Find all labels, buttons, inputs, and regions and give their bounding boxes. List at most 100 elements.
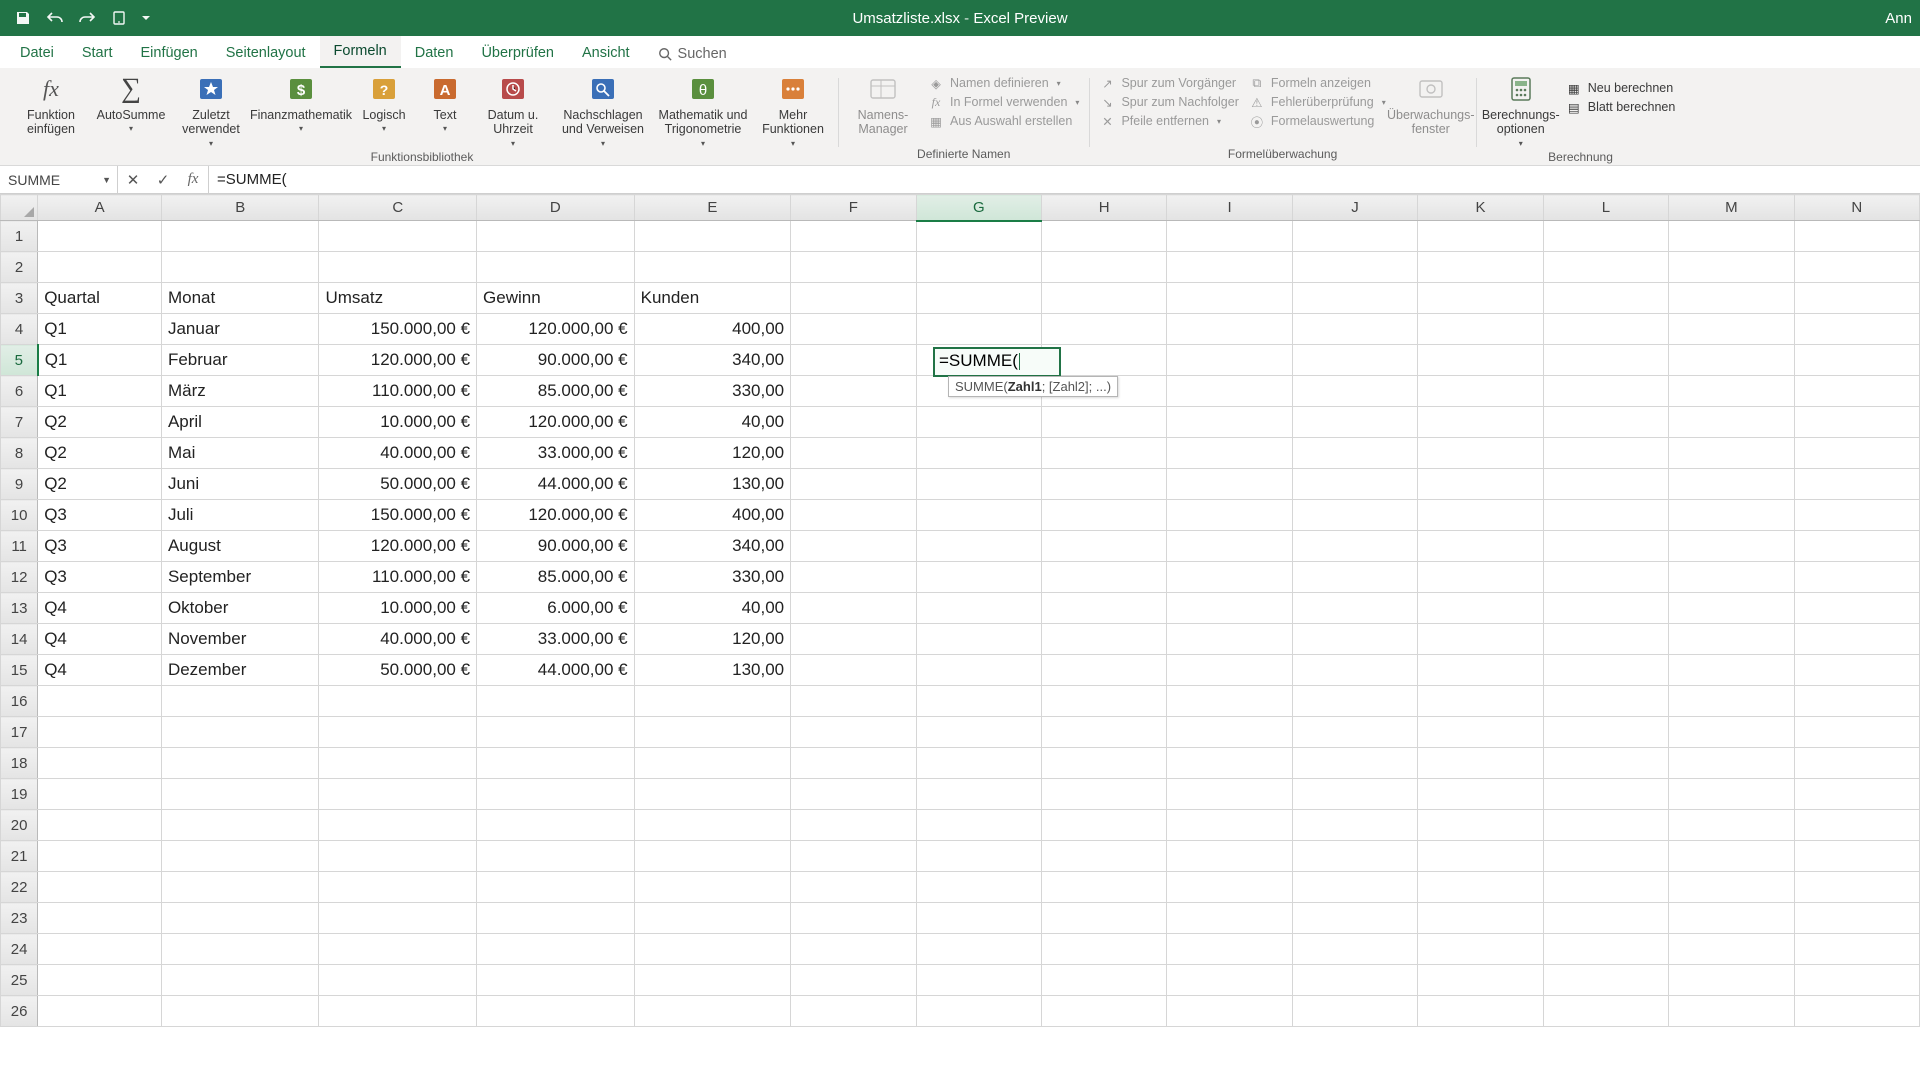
- cell-B13[interactable]: Oktober: [161, 593, 319, 624]
- cell-C12[interactable]: 110.000,00 €: [319, 562, 477, 593]
- cell-G19[interactable]: [916, 779, 1041, 810]
- row-header-13[interactable]: 13: [1, 593, 38, 624]
- cell-I3[interactable]: [1167, 283, 1292, 314]
- cell-M13[interactable]: [1669, 593, 1794, 624]
- math-trig-button[interactable]: θ Mathematik und Trigonometrie▾: [658, 72, 748, 148]
- cell-H10[interactable]: [1041, 500, 1166, 531]
- cell-G13[interactable]: [916, 593, 1041, 624]
- cell-K10[interactable]: [1418, 500, 1543, 531]
- cell-C22[interactable]: [319, 872, 477, 903]
- cell-H26[interactable]: [1041, 996, 1166, 1027]
- cell-J3[interactable]: [1292, 283, 1417, 314]
- cell-K4[interactable]: [1418, 314, 1543, 345]
- cell-F5[interactable]: [791, 345, 916, 376]
- cell-H17[interactable]: [1041, 717, 1166, 748]
- cell-A1[interactable]: [38, 221, 162, 252]
- cell-E15[interactable]: 130,00: [634, 655, 791, 686]
- calculate-sheet-button[interactable]: ▤Blatt berechnen: [1566, 99, 1676, 115]
- cell-M20[interactable]: [1669, 810, 1794, 841]
- cell-I4[interactable]: [1167, 314, 1292, 345]
- cell-J12[interactable]: [1292, 562, 1417, 593]
- redo-icon[interactable]: [76, 7, 98, 29]
- cell-C23[interactable]: [319, 903, 477, 934]
- cell-E7[interactable]: 40,00: [634, 407, 791, 438]
- cell-G17[interactable]: [916, 717, 1041, 748]
- cell-M10[interactable]: [1669, 500, 1794, 531]
- cell-N20[interactable]: [1794, 810, 1919, 841]
- cell-K14[interactable]: [1418, 624, 1543, 655]
- cell-H1[interactable]: [1041, 221, 1166, 252]
- cell-K9[interactable]: [1418, 469, 1543, 500]
- cell-L23[interactable]: [1543, 903, 1668, 934]
- row-header-6[interactable]: 6: [1, 376, 38, 407]
- more-functions-button[interactable]: Mehr Funktionen▾: [758, 72, 828, 148]
- cell-G12[interactable]: [916, 562, 1041, 593]
- cell-B24[interactable]: [161, 934, 319, 965]
- cell-I26[interactable]: [1167, 996, 1292, 1027]
- cell-J16[interactable]: [1292, 686, 1417, 717]
- cell-A10[interactable]: Q3: [38, 500, 162, 531]
- col-header-A[interactable]: A: [38, 195, 162, 221]
- cell-D12[interactable]: 85.000,00 €: [477, 562, 635, 593]
- cell-B6[interactable]: März: [161, 376, 319, 407]
- cell-B23[interactable]: [161, 903, 319, 934]
- cell-N19[interactable]: [1794, 779, 1919, 810]
- row-header-16[interactable]: 16: [1, 686, 38, 717]
- cell-G7[interactable]: [916, 407, 1041, 438]
- cell-G18[interactable]: [916, 748, 1041, 779]
- calculation-options-button[interactable]: Berechnungs-optionen▾: [1486, 72, 1556, 148]
- cell-A20[interactable]: [38, 810, 162, 841]
- cell-E11[interactable]: 340,00: [634, 531, 791, 562]
- cell-G9[interactable]: [916, 469, 1041, 500]
- cell-F7[interactable]: [791, 407, 916, 438]
- cell-A22[interactable]: [38, 872, 162, 903]
- col-header-M[interactable]: M: [1669, 195, 1794, 221]
- col-header-G[interactable]: G: [916, 195, 1041, 221]
- cell-A19[interactable]: [38, 779, 162, 810]
- cell-K24[interactable]: [1418, 934, 1543, 965]
- tell-me-search[interactable]: Suchen: [644, 40, 737, 68]
- cell-E1[interactable]: [634, 221, 791, 252]
- cell-K2[interactable]: [1418, 252, 1543, 283]
- cell-I10[interactable]: [1167, 500, 1292, 531]
- insert-function-icon[interactable]: fx: [178, 166, 208, 193]
- cell-A8[interactable]: Q2: [38, 438, 162, 469]
- cell-I11[interactable]: [1167, 531, 1292, 562]
- cell-M16[interactable]: [1669, 686, 1794, 717]
- cell-J17[interactable]: [1292, 717, 1417, 748]
- cell-H22[interactable]: [1041, 872, 1166, 903]
- cell-M14[interactable]: [1669, 624, 1794, 655]
- row-header-7[interactable]: 7: [1, 407, 38, 438]
- cell-C1[interactable]: [319, 221, 477, 252]
- cell-E24[interactable]: [634, 934, 791, 965]
- save-icon[interactable]: [12, 7, 34, 29]
- calculate-now-button[interactable]: ▦Neu berechnen: [1566, 80, 1676, 96]
- cell-D19[interactable]: [477, 779, 635, 810]
- cell-N3[interactable]: [1794, 283, 1919, 314]
- cell-A6[interactable]: Q1: [38, 376, 162, 407]
- cell-N4[interactable]: [1794, 314, 1919, 345]
- cell-J24[interactable]: [1292, 934, 1417, 965]
- row-header-17[interactable]: 17: [1, 717, 38, 748]
- cell-A23[interactable]: [38, 903, 162, 934]
- touch-mode-icon[interactable]: [108, 7, 130, 29]
- cell-L8[interactable]: [1543, 438, 1668, 469]
- cell-E13[interactable]: 40,00: [634, 593, 791, 624]
- cell-L12[interactable]: [1543, 562, 1668, 593]
- cell-M1[interactable]: [1669, 221, 1794, 252]
- cell-J19[interactable]: [1292, 779, 1417, 810]
- cell-A25[interactable]: [38, 965, 162, 996]
- cell-N12[interactable]: [1794, 562, 1919, 593]
- cell-A3[interactable]: Quartal: [38, 283, 162, 314]
- row-header-26[interactable]: 26: [1, 996, 38, 1027]
- undo-icon[interactable]: [44, 7, 66, 29]
- cell-N16[interactable]: [1794, 686, 1919, 717]
- cell-L10[interactable]: [1543, 500, 1668, 531]
- cell-B8[interactable]: Mai: [161, 438, 319, 469]
- row-header-11[interactable]: 11: [1, 531, 38, 562]
- cell-M7[interactable]: [1669, 407, 1794, 438]
- cell-I20[interactable]: [1167, 810, 1292, 841]
- cell-N8[interactable]: [1794, 438, 1919, 469]
- cell-B21[interactable]: [161, 841, 319, 872]
- text-button[interactable]: A Text▾: [422, 72, 468, 133]
